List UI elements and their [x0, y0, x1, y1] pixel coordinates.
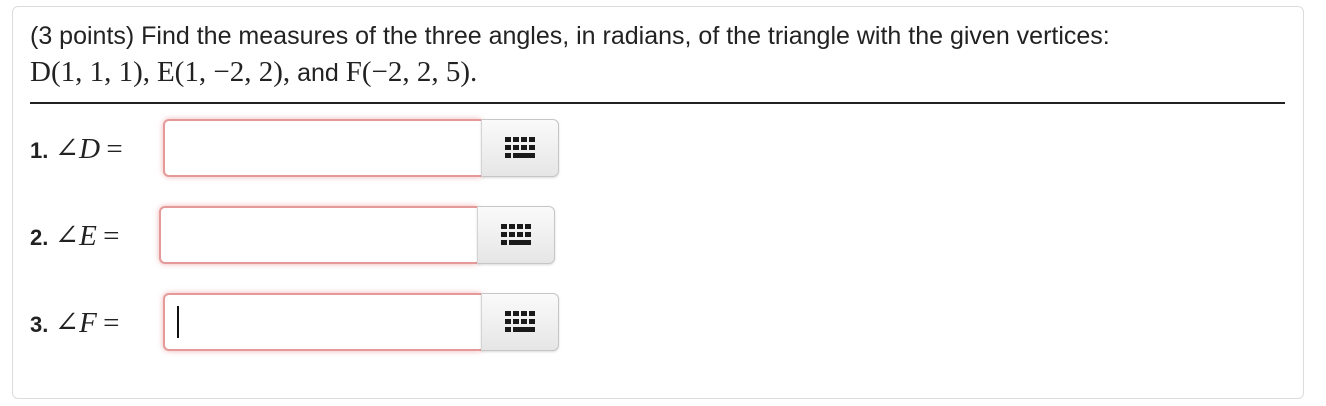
angle-vertex: E: [79, 220, 97, 252]
angle-f-input[interactable]: [163, 293, 481, 351]
answer-label-f: 3. ∠F =: [30, 293, 120, 353]
equals-sign: =: [106, 133, 123, 165]
angle-d: ∠D: [55, 133, 100, 165]
answer-number: 1.: [30, 138, 49, 163]
text-cursor: [177, 306, 179, 338]
answer-label-d: 1. ∠D =: [30, 119, 123, 179]
vertex-d: D(1, 1, 1),: [30, 56, 151, 88]
angle-vertex: D: [79, 133, 101, 165]
angle-e-input[interactable]: [159, 206, 477, 264]
problem-intro: (3 points) Find the measures of the thre…: [30, 22, 1110, 50]
angle-symbol: ∠: [54, 307, 80, 339]
angle-f: ∠F: [55, 307, 97, 339]
answer-label-e: 2. ∠E =: [30, 206, 120, 266]
problem-statement: (3 points) Find the measures of the thre…: [30, 18, 1290, 91]
math-palette-icon: [505, 311, 535, 333]
angle-vertex: F: [79, 307, 97, 339]
answer-number: 2.: [30, 225, 49, 250]
angle-e: ∠E: [55, 220, 97, 252]
math-palette-icon: [501, 224, 531, 246]
answer-row-e: 2. ∠E =: [30, 206, 1326, 266]
and-word: and: [297, 59, 339, 87]
problem-vertices: D(1, 1, 1), E(1, −2, 2), and F(−2, 2, 5)…: [30, 54, 1290, 91]
vertex-e: E(1, −2, 2),: [156, 56, 291, 88]
math-palette-icon: [505, 137, 535, 159]
angle-symbol: ∠: [54, 133, 80, 165]
math-palette-button[interactable]: [477, 206, 555, 264]
divider: [30, 102, 1285, 104]
answer-row-f: 3. ∠F =: [30, 293, 1326, 353]
equals-sign: =: [103, 220, 120, 252]
math-palette-button[interactable]: [481, 119, 559, 177]
answer-row-d: 1. ∠D =: [30, 119, 1326, 179]
angle-d-input[interactable]: [163, 119, 481, 177]
vertex-f: F(−2, 2, 5).: [345, 56, 478, 88]
angle-symbol: ∠: [54, 220, 80, 252]
math-palette-button[interactable]: [481, 293, 559, 351]
answer-number: 3.: [30, 312, 49, 337]
equals-sign: =: [103, 307, 120, 339]
